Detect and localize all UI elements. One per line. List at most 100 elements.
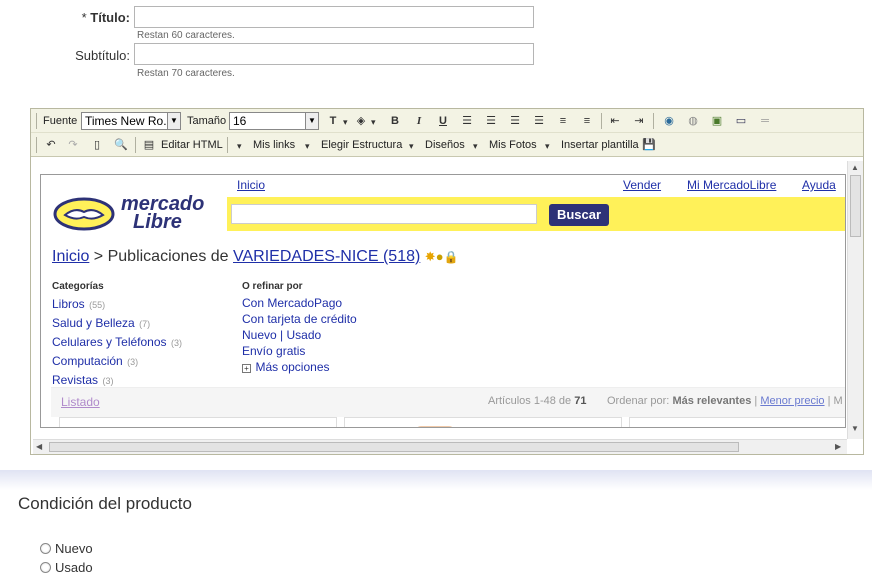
title-label-text: Título:: [90, 10, 130, 25]
category-item[interactable]: Salud y Belleza (7): [52, 314, 182, 333]
categories-heading: Categorías: [52, 281, 104, 292]
insert-template-menu[interactable]: Insertar plantilla: [561, 139, 639, 151]
sort-separator: |: [754, 395, 758, 407]
subtitle-chars-left: Restan 70 caracteres.: [137, 68, 235, 79]
editor-content-preview[interactable]: Inicio Vender Mi MercadoLibre Ayuda merc…: [40, 174, 846, 428]
product-card[interactable]: [629, 417, 845, 427]
chevron-down-icon[interactable]: ▾: [371, 117, 376, 128]
table-icon[interactable]: ▭: [733, 113, 749, 129]
chevron-down-icon[interactable]: ▾: [343, 117, 348, 128]
justify-icon[interactable]: ☰: [531, 113, 547, 129]
listing-view-link[interactable]: Listado: [61, 395, 100, 409]
scroll-down-icon[interactable]: ▼: [851, 424, 859, 433]
breadcrumb-seller-link[interactable]: VARIEDADES-NICE (518): [233, 248, 420, 265]
expand-plus-icon[interactable]: +: [242, 364, 251, 373]
redo-icon[interactable]: ↷: [65, 137, 81, 153]
radio-new-label[interactable]: Nuevo: [55, 541, 93, 556]
chevron-down-icon[interactable]: ▾: [473, 141, 478, 152]
mercadolibre-handshake-logo[interactable]: [53, 197, 115, 231]
radio-used[interactable]: [40, 562, 51, 573]
product-thumbnail: [415, 426, 455, 427]
align-left-icon[interactable]: ☰: [459, 113, 475, 129]
category-item[interactable]: Libros (55): [52, 295, 182, 314]
title-label: * Título:: [30, 10, 130, 25]
unlink-icon[interactable]: ◍: [685, 113, 701, 129]
sort-relevant[interactable]: Más relevantes: [672, 395, 751, 407]
vertical-scroll-thumb[interactable]: [850, 175, 861, 237]
refine-condition-link[interactable]: Nuevo | Usado: [242, 327, 357, 343]
listing-bar: Listado Artículos 1-48 de 71 Ordenar por…: [51, 387, 845, 417]
horizontal-scroll-thumb[interactable]: [49, 442, 739, 452]
font-select-value: Times New Ro...: [85, 114, 174, 128]
title-input[interactable]: [134, 6, 534, 28]
nav-link-mi-mercadolibre[interactable]: Mi MercadoLibre: [687, 178, 776, 192]
condition-option-new[interactable]: Nuevo: [40, 541, 93, 556]
sort-low-price-link[interactable]: Menor precio: [760, 395, 824, 407]
edit-html-button[interactable]: Editar HTML: [161, 139, 223, 151]
search-band: Buscar: [227, 197, 845, 231]
refine-more-options[interactable]: + Más opciones: [242, 359, 357, 375]
size-label: Tamaño: [187, 115, 227, 127]
html-icon[interactable]: ▤: [141, 137, 157, 153]
mercadolibre-wordmark: mercado Libre: [121, 194, 204, 232]
font-select[interactable]: Times New Ro... ▼: [81, 112, 181, 130]
refine-credit-card-link[interactable]: Con tarjeta de crédito: [242, 311, 357, 327]
refine-list: Con MercadoPago Con tarjeta de crédito N…: [242, 295, 357, 375]
ordered-list-icon[interactable]: ≡: [555, 113, 571, 129]
toolbar-separator: [653, 113, 654, 129]
radio-used-label[interactable]: Usado: [55, 560, 93, 575]
breadcrumb-home-link[interactable]: Inicio: [52, 248, 89, 265]
image-icon[interactable]: ▣: [709, 113, 725, 129]
chevron-down-icon[interactable]: ▾: [237, 141, 242, 152]
chevron-down-icon[interactable]: ▼: [305, 113, 318, 129]
toolbar-separator: [601, 113, 602, 129]
scroll-right-icon[interactable]: ▶: [835, 442, 841, 451]
preview-icon[interactable]: 🔍: [113, 137, 129, 153]
my-links-menu[interactable]: Mis links: [253, 139, 295, 151]
product-card[interactable]: [344, 417, 622, 427]
link-globe-icon[interactable]: ◉: [661, 113, 677, 129]
product-card[interactable]: [59, 417, 337, 427]
save-icon[interactable]: 💾: [641, 137, 657, 153]
horizontal-scrollbar[interactable]: ◀ ▶: [33, 439, 847, 454]
horizontal-rule-icon[interactable]: ═: [757, 113, 773, 129]
scroll-left-icon[interactable]: ◀: [36, 442, 42, 451]
text-color-icon[interactable]: T: [325, 113, 341, 129]
articles-prefix: Artículos 1-48 de: [488, 395, 572, 407]
unordered-list-icon[interactable]: ≡: [579, 113, 595, 129]
my-photos-menu[interactable]: Mis Fotos: [489, 139, 537, 151]
radio-new[interactable]: [40, 543, 51, 554]
undo-icon[interactable]: ↶: [43, 137, 59, 153]
more-options-link[interactable]: Más opciones: [255, 360, 329, 374]
category-item[interactable]: Computación (3): [52, 352, 182, 371]
toolbar-separator: [227, 137, 228, 153]
refine-free-shipping-link[interactable]: Envío gratis: [242, 343, 357, 359]
refine-mercadopago-link[interactable]: Con MercadoPago: [242, 295, 357, 311]
underline-icon[interactable]: U: [435, 113, 451, 129]
italic-icon[interactable]: I: [411, 113, 427, 129]
chevron-down-icon[interactable]: ▾: [409, 141, 414, 152]
nav-link-ayuda[interactable]: Ayuda: [802, 178, 836, 192]
choose-structure-menu[interactable]: Elegir Estructura: [321, 139, 402, 151]
highlight-color-icon[interactable]: ◈: [353, 113, 369, 129]
indent-icon[interactable]: ⇥: [631, 113, 647, 129]
outdent-icon[interactable]: ⇤: [607, 113, 623, 129]
subtitle-input[interactable]: [134, 43, 534, 65]
vertical-scrollbar[interactable]: ▲ ▼: [847, 161, 863, 439]
search-button[interactable]: Buscar: [549, 204, 609, 226]
align-right-icon[interactable]: ☰: [507, 113, 523, 129]
search-input[interactable]: [231, 204, 537, 224]
nav-link-vender[interactable]: Vender: [623, 178, 661, 192]
chevron-down-icon[interactable]: ▾: [545, 141, 550, 152]
bold-icon[interactable]: B: [387, 113, 403, 129]
condition-option-used[interactable]: Usado: [40, 560, 93, 575]
new-document-icon[interactable]: ▯: [89, 137, 105, 153]
scroll-up-icon[interactable]: ▲: [851, 163, 859, 172]
chevron-down-icon[interactable]: ▾: [305, 141, 310, 152]
align-center-icon[interactable]: ☰: [483, 113, 499, 129]
size-select[interactable]: 16 ▼: [229, 112, 319, 130]
category-item[interactable]: Celulares y Teléfonos (3): [52, 333, 182, 352]
designs-menu[interactable]: Diseños: [425, 139, 465, 151]
chevron-down-icon[interactable]: ▼: [167, 113, 180, 129]
nav-link-inicio[interactable]: Inicio: [237, 178, 265, 192]
